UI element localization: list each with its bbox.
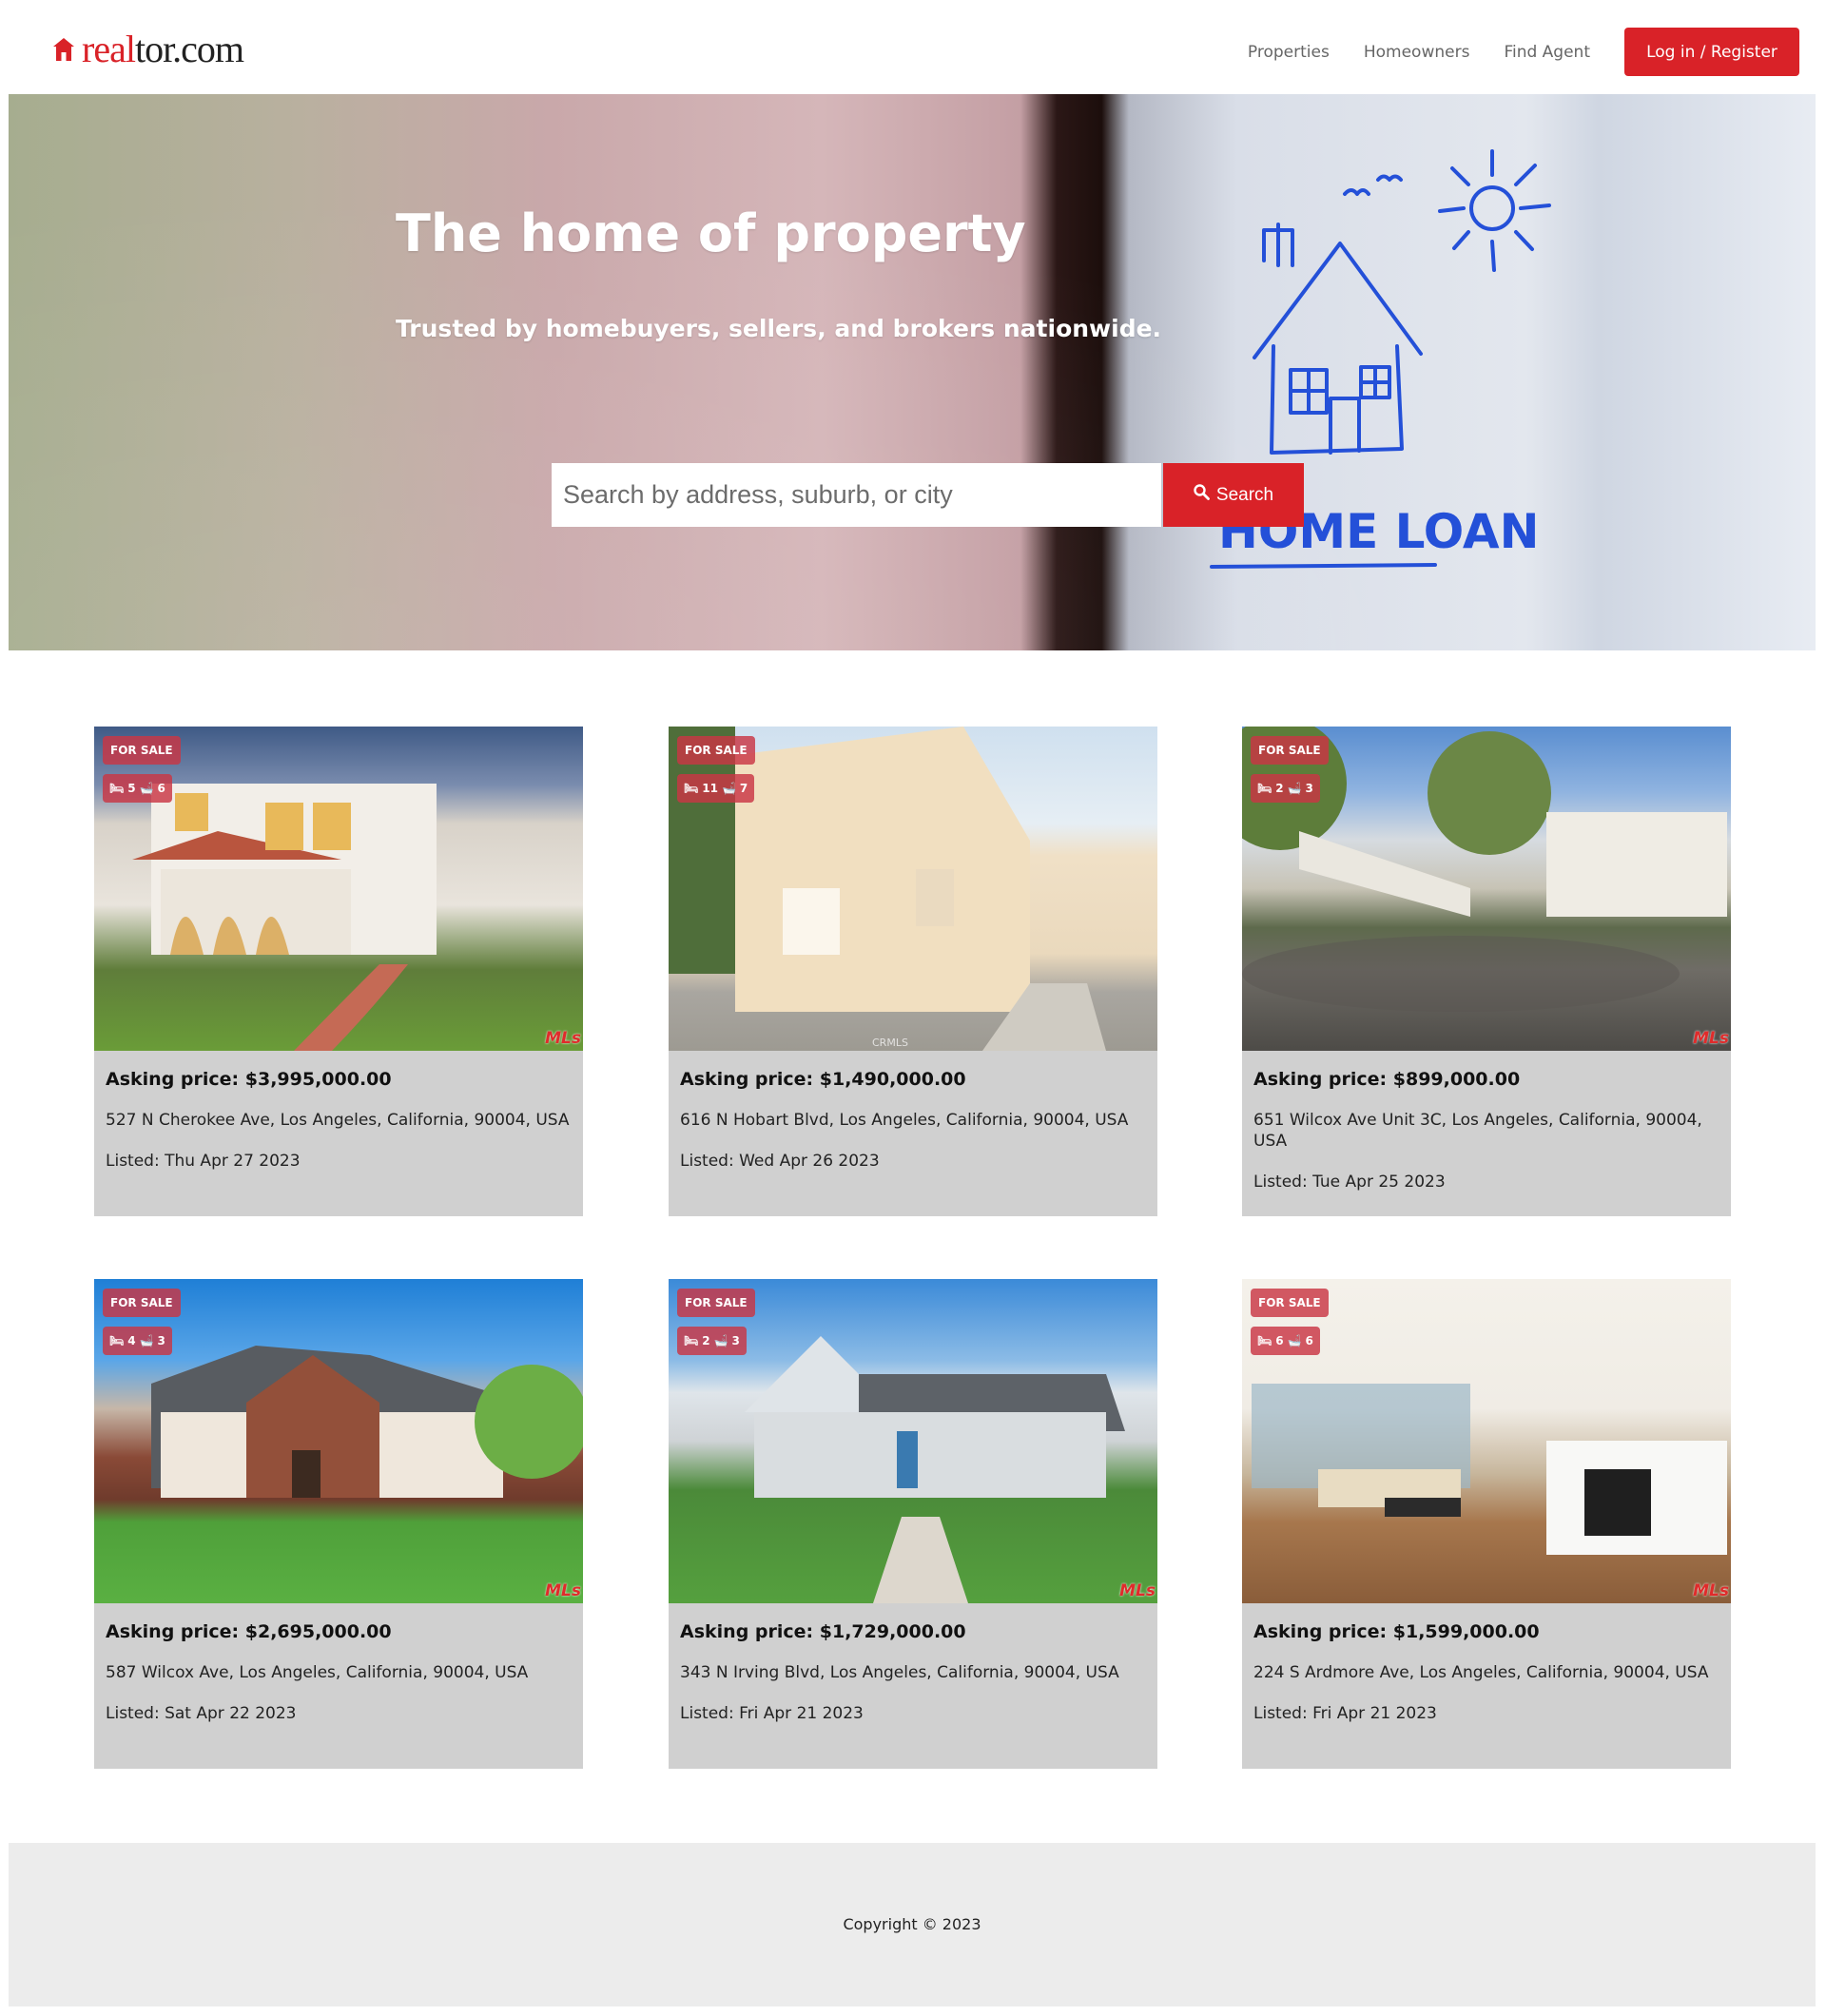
for-sale-badge: FOR SALE [1251, 1289, 1329, 1317]
listing-address: 587 Wilcox Ave, Los Angeles, California,… [106, 1663, 529, 1682]
bath-icon: 🛁 [721, 782, 736, 795]
bed-icon: 🛏 [1257, 782, 1272, 795]
for-sale-badge: FOR SALE [677, 1289, 755, 1317]
site-footer: Copyright © 2023 [9, 1843, 1816, 2006]
listing-price: Asking price: $1,490,000.00 [680, 1069, 966, 1090]
bath-icon: 🛁 [139, 782, 154, 795]
bed-icon: 🛏 [684, 1334, 699, 1347]
listing-card[interactable]: FOR SALE 🛏 11 🛁 7 CRMLS Asking price: $1,4… [669, 727, 1157, 1216]
listing-photo[interactable]: FOR SALE 🛏 2 🛁 3 MLs [1242, 727, 1731, 1051]
listing-photo[interactable]: FOR SALE 🛏 6 🛁 6 MLs [1242, 1279, 1731, 1603]
listing-photo[interactable]: FOR SALE 🛏 2 🛁 3 MLs [669, 1279, 1157, 1603]
listing-info: Asking price: $1,490,000.00 616 N Hobart… [669, 1051, 1157, 1172]
search-button[interactable]: Search [1163, 463, 1304, 527]
copyright-text: Copyright © 2023 [843, 1915, 981, 1933]
mls-logo: MLs [545, 1029, 581, 1048]
rooms-badge: 🛏 2 🛁 3 [1251, 774, 1320, 803]
listing-address: 527 N Cherokee Ave, Los Angeles, Califor… [106, 1111, 570, 1130]
listing-info: Asking price: $3,995,000.00 527 N Cherok… [94, 1051, 583, 1172]
bath-icon: 🛁 [713, 1334, 728, 1347]
bath-icon: 🛁 [139, 1334, 154, 1347]
listing-address: 616 N Hobart Blvd, Los Angeles, Californ… [680, 1111, 1129, 1130]
for-sale-badge: FOR SALE [677, 736, 755, 765]
rooms-badge: 🛏 5 🛁 6 [103, 774, 172, 803]
rooms-badge: 🛏 11 🛁 7 [677, 774, 755, 803]
listing-card[interactable]: FOR SALE 🛏 6 🛁 6 MLs Asking price: $1,599,… [1242, 1279, 1731, 1769]
listing-price: Asking price: $1,599,000.00 [1253, 1621, 1540, 1642]
listing-card[interactable]: FOR SALE 🛏 4 🛁 3 MLs Asking price: $2,695,… [94, 1279, 583, 1769]
listing-card[interactable]: FOR SALE 🛏 2 🛁 3 MLs Asking price: $1,729,… [669, 1279, 1157, 1769]
rooms-badge: 🛏 4 🛁 3 [103, 1327, 172, 1355]
hero-subtitle: Trusted by homebuyers, sellers, and brok… [396, 315, 1162, 342]
listing-date: Listed: Thu Apr 27 2023 [106, 1152, 301, 1171]
listing-info: Asking price: $2,695,000.00 587 Wilcox A… [94, 1603, 583, 1724]
listing-photo[interactable]: FOR SALE 🛏 11 🛁 7 CRMLS [669, 727, 1157, 1051]
for-sale-badge: FOR SALE [103, 736, 181, 765]
login-register-button[interactable]: Log in / Register [1624, 28, 1799, 76]
rooms-badge: 🛏 2 🛁 3 [677, 1327, 747, 1355]
listing-photo[interactable]: FOR SALE 🛏 5 🛁 6 MLs [94, 727, 583, 1051]
search-input[interactable] [552, 463, 1161, 527]
nav-homeowners[interactable]: Homeowners [1364, 43, 1470, 62]
mls-logo: MLs [1119, 1581, 1156, 1600]
main-nav: Properties Homeowners Find Agent Log in … [1248, 28, 1799, 76]
for-sale-badge: FOR SALE [103, 1289, 181, 1317]
listing-card[interactable]: FOR SALE 🛏 5 🛁 6 MLs Asking price: $3,995,… [94, 727, 583, 1216]
bath-icon: 🛁 [1287, 782, 1302, 795]
bed-icon: 🛏 [684, 782, 699, 795]
mls-logo: MLs [1693, 1581, 1729, 1600]
bed-icon: 🛏 [1257, 1334, 1272, 1347]
listing-date: Listed: Wed Apr 26 2023 [680, 1152, 880, 1171]
listing-price: Asking price: $1,729,000.00 [680, 1621, 966, 1642]
realtor-logo[interactable]: realtor.com [51, 28, 244, 70]
listing-price: Asking price: $899,000.00 [1253, 1069, 1521, 1090]
for-sale-badge: FOR SALE [1251, 736, 1329, 765]
listing-date: Listed: Tue Apr 25 2023 [1253, 1173, 1446, 1192]
house-logo-icon [51, 35, 76, 64]
hero-title: The home of property [396, 204, 1026, 263]
crmls-watermark: CRMLS [872, 1037, 908, 1049]
site-header: realtor.com Properties Homeowners Find A… [0, 0, 1826, 94]
listing-price: Asking price: $2,695,000.00 [106, 1621, 392, 1642]
listing-date: Listed: Sat Apr 22 2023 [106, 1704, 297, 1723]
bath-icon: 🛁 [1287, 1334, 1302, 1347]
bed-icon: 🛏 [109, 782, 125, 795]
search-icon [1194, 484, 1210, 506]
mls-logo: MLs [1693, 1029, 1729, 1048]
logo-wordmark: realtor.com [82, 28, 244, 70]
bed-icon: 🛏 [109, 1334, 125, 1347]
listing-card[interactable]: FOR SALE 🛏 2 🛁 3 MLs Asking price: $899,00… [1242, 727, 1731, 1216]
listing-address: 343 N Irving Blvd, Los Angeles, Californ… [680, 1663, 1119, 1682]
listing-date: Listed: Fri Apr 21 2023 [1253, 1704, 1437, 1723]
listing-address: 651 Wilcox Ave Unit 3C, Los Angeles, Cal… [1253, 1111, 1702, 1151]
nav-find-agent[interactable]: Find Agent [1504, 43, 1590, 62]
listing-photo[interactable]: FOR SALE 🛏 4 🛁 3 MLs [94, 1279, 583, 1603]
listing-info: Asking price: $1,599,000.00 224 S Ardmor… [1242, 1603, 1731, 1724]
listing-address: 224 S Ardmore Ave, Los Angeles, Californ… [1253, 1663, 1709, 1682]
mls-logo: MLs [545, 1581, 581, 1600]
search-button-label: Search [1215, 484, 1274, 505]
listing-info: Asking price: $1,729,000.00 343 N Irving… [669, 1603, 1157, 1724]
listing-info: Asking price: $899,000.00 651 Wilcox Ave… [1242, 1051, 1731, 1192]
nav-properties[interactable]: Properties [1248, 43, 1330, 62]
hero-banner: HOME LOAN The home of property Trusted b… [9, 94, 1816, 650]
listing-price: Asking price: $3,995,000.00 [106, 1069, 392, 1090]
listing-date: Listed: Fri Apr 21 2023 [680, 1704, 864, 1723]
rooms-badge: 🛏 6 🛁 6 [1251, 1327, 1320, 1355]
